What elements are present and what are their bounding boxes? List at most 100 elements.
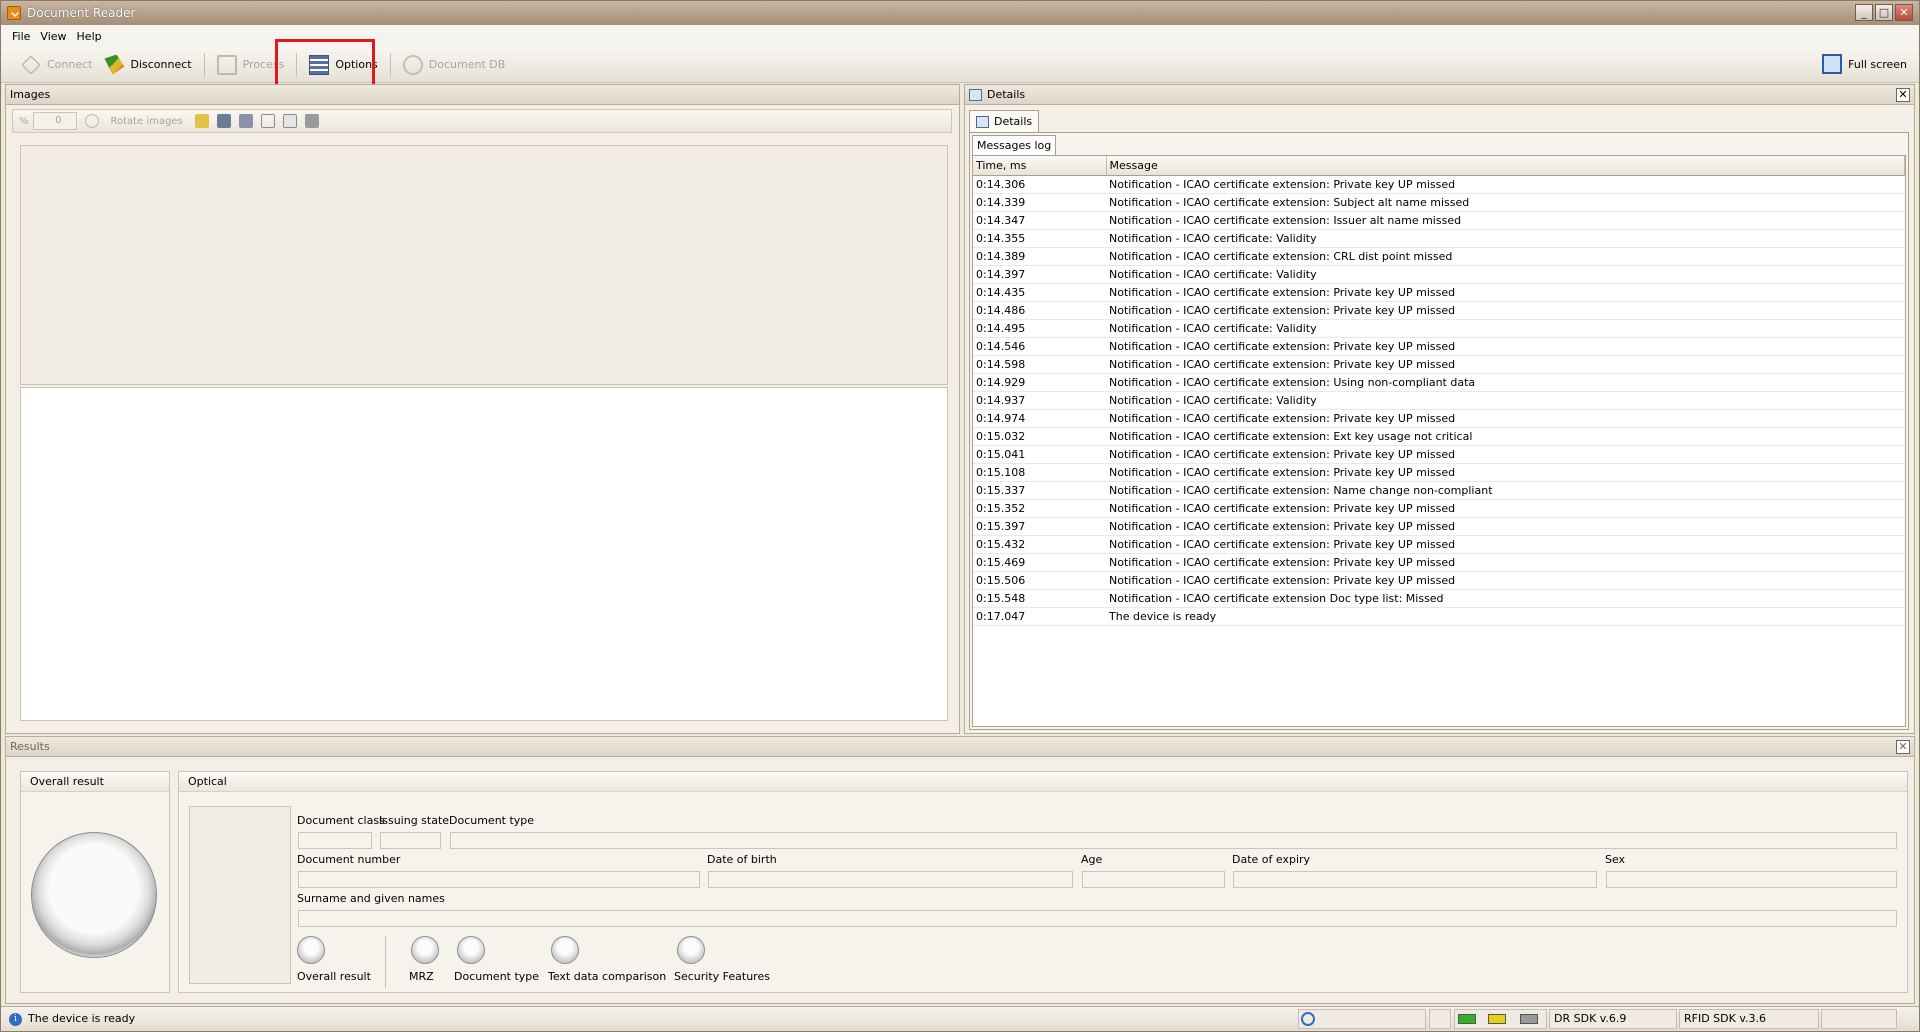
image-preview-top	[20, 145, 948, 385]
save-all-icon[interactable]	[238, 114, 253, 128]
message-text: Notification - ICAO certificate extensio…	[1106, 571, 1905, 590]
message-text: Notification - ICAO certificate: Validit…	[1106, 391, 1905, 410]
message-time: 0:14.546	[973, 337, 1106, 356]
details-icon	[969, 88, 982, 101]
status-message: The device is ready	[28, 1012, 136, 1025]
table-row[interactable]: 0:14.974 Notification - ICAO certificate …	[973, 409, 1905, 428]
message-text: Notification - ICAO certificate: Validit…	[1106, 229, 1905, 248]
document-class-field	[298, 832, 372, 849]
tab-messages-log[interactable]: Messages log	[972, 135, 1057, 155]
message-text: Notification - ICAO certificate extensio…	[1106, 481, 1905, 500]
full-screen-label: Full screen	[1848, 57, 1907, 71]
document-db-label: Document DB	[428, 58, 506, 71]
full-screen-button[interactable]: Full screen	[1822, 50, 1907, 78]
message-time: 0:14.306	[973, 175, 1106, 194]
disconnect-button[interactable]: Disconnect	[98, 51, 197, 79]
table-row[interactable]: 0:15.548 Notification - ICAO certificate …	[973, 589, 1905, 608]
message-text: Notification - ICAO certificate extensio…	[1106, 247, 1905, 266]
zoom-icon[interactable]	[84, 114, 99, 128]
table-row[interactable]: 0:17.047 The device is ready	[973, 607, 1905, 626]
table-row[interactable]: 0:14.355 Notification - ICAO certificate:…	[973, 229, 1905, 248]
details-panel: Details ✕ Details Messages log Time, ms …	[964, 84, 1915, 734]
surname-field	[298, 910, 1897, 927]
column-time[interactable]: Time, ms	[973, 156, 1107, 176]
gray-indicator-icon	[1520, 1014, 1538, 1024]
table-row[interactable]: 0:14.937 Notification - ICAO certificate:…	[973, 391, 1905, 410]
connect-button[interactable]: Connect	[15, 51, 98, 79]
column-message[interactable]: Message	[1106, 156, 1905, 176]
zoom-spinner[interactable]: 0	[32, 112, 77, 130]
overall-check-label: Overall result	[297, 970, 371, 983]
close-window-button[interactable]: ✕	[1895, 4, 1913, 21]
maximize-button[interactable]: □	[1875, 4, 1893, 21]
table-row[interactable]: 0:14.598 Notification - ICAO certificate …	[973, 355, 1905, 374]
table-row[interactable]: 0:15.041 Notification - ICAO certificate …	[973, 445, 1905, 464]
table-row[interactable]: 0:15.108 Notification - ICAO certificate …	[973, 463, 1905, 482]
menu-view[interactable]: View	[35, 28, 71, 45]
menu-file[interactable]: File	[7, 28, 35, 45]
message-time: 0:17.047	[973, 607, 1106, 626]
table-row[interactable]: 0:15.337 Notification - ICAO certificate …	[973, 481, 1905, 500]
message-time: 0:14.495	[973, 319, 1106, 338]
message-time: 0:15.548	[973, 589, 1106, 608]
menu-help[interactable]: Help	[72, 28, 107, 45]
images-toolbar: % 0 Rotate images	[12, 109, 952, 133]
open-folder-icon[interactable]	[194, 114, 209, 128]
message-time: 0:14.486	[973, 301, 1106, 320]
table-row[interactable]: 0:14.929 Notification - ICAO certificate …	[973, 373, 1905, 392]
table-row[interactable]: 0:15.506 Notification - ICAO certificate …	[973, 571, 1905, 590]
close-details-button[interactable]: ✕	[1896, 88, 1910, 102]
close-results-button[interactable]: ✕	[1896, 740, 1910, 754]
table-row[interactable]: 0:15.469 Notification - ICAO certificate …	[973, 553, 1905, 572]
rotate-images-dropdown[interactable]: Rotate images	[111, 116, 183, 127]
mrz-check-label: MRZ	[409, 970, 434, 983]
message-time: 0:15.469	[973, 553, 1106, 572]
date-of-expiry-label: Date of expiry	[1232, 853, 1311, 866]
folder-icon[interactable]	[260, 114, 275, 128]
message-text: Notification - ICAO certificate extensio…	[1106, 553, 1905, 572]
portrait-image	[189, 806, 291, 984]
message-time: 0:15.041	[973, 445, 1106, 464]
copy-icon[interactable]	[282, 114, 297, 128]
table-row[interactable]: 0:15.397 Notification - ICAO certificate …	[973, 517, 1905, 536]
optical-title: Optical	[179, 772, 1907, 792]
tab-details[interactable]: Details	[969, 110, 1040, 132]
table-row[interactable]: 0:14.397 Notification - ICAO certificate:…	[973, 265, 1905, 284]
message-text: Notification - ICAO certificate: Validit…	[1106, 265, 1905, 284]
document-db-button[interactable]: Document DB	[397, 51, 512, 79]
table-row[interactable]: 0:14.339 Notification - ICAO certificate …	[973, 193, 1905, 212]
document-type-field	[450, 832, 1897, 849]
table-row[interactable]: 0:14.546 Notification - ICAO certificate …	[973, 337, 1905, 356]
sex-field	[1606, 871, 1897, 888]
message-time: 0:14.339	[973, 193, 1106, 212]
text-comparison-check-indicator	[551, 936, 579, 964]
table-row[interactable]: 0:15.352 Notification - ICAO certificate …	[973, 499, 1905, 518]
overall-check-indicator	[297, 936, 325, 964]
toolbar-separator	[389, 52, 391, 77]
save-icon[interactable]	[216, 114, 231, 128]
status-timer-cell	[1298, 1009, 1426, 1029]
table-row[interactable]: 0:15.032 Notification - ICAO certificate …	[973, 427, 1905, 446]
message-text: Notification - ICAO certificate extensio…	[1106, 193, 1905, 212]
title-bar: Document Reader _ □ ✕	[1, 1, 1919, 25]
table-row[interactable]: 0:14.495 Notification - ICAO certificate:…	[973, 319, 1905, 338]
message-text: Notification - ICAO certificate extensio…	[1106, 463, 1905, 482]
table-row[interactable]: 0:14.389 Notification - ICAO certificate …	[973, 247, 1905, 266]
security-features-check-label: Security Features	[674, 970, 770, 983]
table-row[interactable]: 0:14.347 Notification - ICAO certificate …	[973, 211, 1905, 230]
table-row[interactable]: 0:14.486 Notification - ICAO certificate …	[973, 301, 1905, 320]
message-text: Notification - ICAO certificate extensio…	[1106, 589, 1905, 608]
message-time: 0:14.389	[973, 247, 1106, 266]
age-field	[1082, 871, 1225, 888]
window-title: Document Reader	[27, 6, 136, 20]
minimize-button[interactable]: _	[1855, 4, 1873, 21]
details-panel-header: Details ✕	[965, 85, 1914, 105]
message-text: Notification - ICAO certificate extensio…	[1106, 373, 1905, 392]
message-time: 0:15.032	[973, 427, 1106, 446]
table-row[interactable]: 0:15.432 Notification - ICAO certificate …	[973, 535, 1905, 554]
optical-group: Optical Document class Issuing state Doc…	[178, 771, 1908, 993]
checks-separator	[385, 936, 386, 988]
print-icon[interactable]	[304, 114, 319, 128]
table-row[interactable]: 0:14.435 Notification - ICAO certificate …	[973, 283, 1905, 302]
table-row[interactable]: 0:14.306 Notification - ICAO certificate …	[973, 175, 1905, 194]
